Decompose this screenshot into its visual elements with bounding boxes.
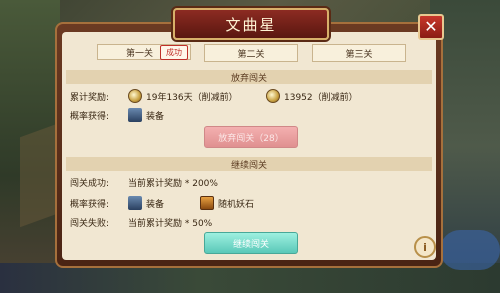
continue-chance-item-1: 装备 [146,199,165,210]
equipment-icon [128,108,142,122]
success-badge: 成功 [160,45,188,60]
time-coin-icon [128,89,142,103]
chance-item: 装备 [146,111,165,122]
tab-stage-3[interactable]: 第三关 [312,44,406,62]
info-button[interactable]: i [414,236,436,258]
fail-row: 闯关失败: 当前累计奖励 * 50% [70,216,212,229]
abandon-button[interactable]: 放弃闯关（28） [204,126,298,148]
background-building [20,122,60,228]
tab-stage-2[interactable]: 第二关 [204,44,298,62]
abandon-chance-row: 概率获得: 装备 [70,108,164,122]
success-text: 当前累计奖励 * 200% [128,179,218,189]
reward-row: 累计奖励: 19年136天（削减前） 13952（削减前） [70,89,358,103]
currency-coin-icon [266,89,280,103]
background-water [440,230,500,270]
continue-chance-row: 概率获得: 装备 随机妖石 [70,196,254,210]
reward-time-value: 19年136天（削减前） [146,92,238,103]
dialog-title-plaque: 文曲星 [173,8,329,40]
close-button[interactable]: ✕ [418,14,444,40]
continue-button[interactable]: 继续闯关 [204,232,298,254]
continue-chance-label: 概率获得: [70,199,110,210]
continue-chance-item-2: 随机妖石 [218,199,255,210]
tab-stage-1-label: 第一关 [126,48,154,59]
fail-label: 闯关失败: [70,219,110,229]
tab-stage-3-label: 第三关 [345,49,373,60]
success-label: 闯关成功: [70,179,110,189]
abandon-section-header: 放弃闯关 [66,70,432,84]
demon-stone-chest-icon [200,196,214,210]
success-row: 闯关成功: 当前累计奖励 * 200% [70,176,218,189]
dialog-title: 文曲星 [225,15,277,34]
continue-section-header: 继续闯关 [66,157,432,171]
reward-label: 累计奖励: [70,92,110,103]
reward-currency-value: 13952（削减前） [284,92,358,103]
fail-text: 当前累计奖励 * 50% [128,219,213,229]
tab-stage-2-label: 第二关 [237,49,265,60]
equipment-icon [128,196,142,210]
chance-label: 概率获得: [70,111,110,122]
